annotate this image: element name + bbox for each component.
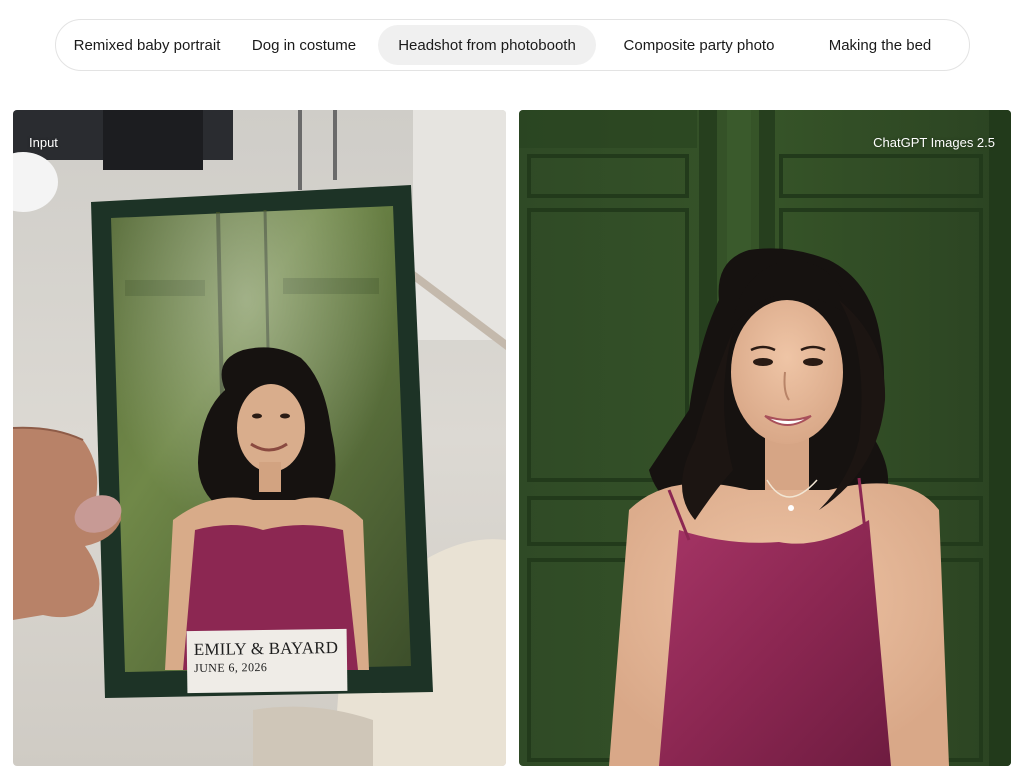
output-image-panel: ChatGPT Images 2.5 [519,110,1011,766]
input-label: Input [29,135,58,150]
input-image-panel: EMILY & BAYARD JUNE 6, 2026 Input [13,110,506,766]
output-label: ChatGPT Images 2.5 [873,135,995,150]
tab-headshot-from-photobooth[interactable]: Headshot from photobooth [378,25,596,65]
tab-remixed-baby-portrait[interactable]: Remixed baby portrait [64,25,230,65]
caption-names: EMILY & BAYARD [193,638,339,660]
tab-making-the-bed[interactable]: Making the bed [802,25,958,65]
tab-dog-in-costume[interactable]: Dog in costume [230,25,378,65]
example-tab-bar: Remixed baby portrait Dog in costume Hea… [55,19,970,71]
output-photo [519,110,1011,766]
tab-composite-party-photo[interactable]: Composite party photo [596,25,802,65]
photobooth-caption-card: EMILY & BAYARD JUNE 6, 2026 [186,628,348,694]
caption-date: JUNE 6, 2026 [193,659,268,676]
